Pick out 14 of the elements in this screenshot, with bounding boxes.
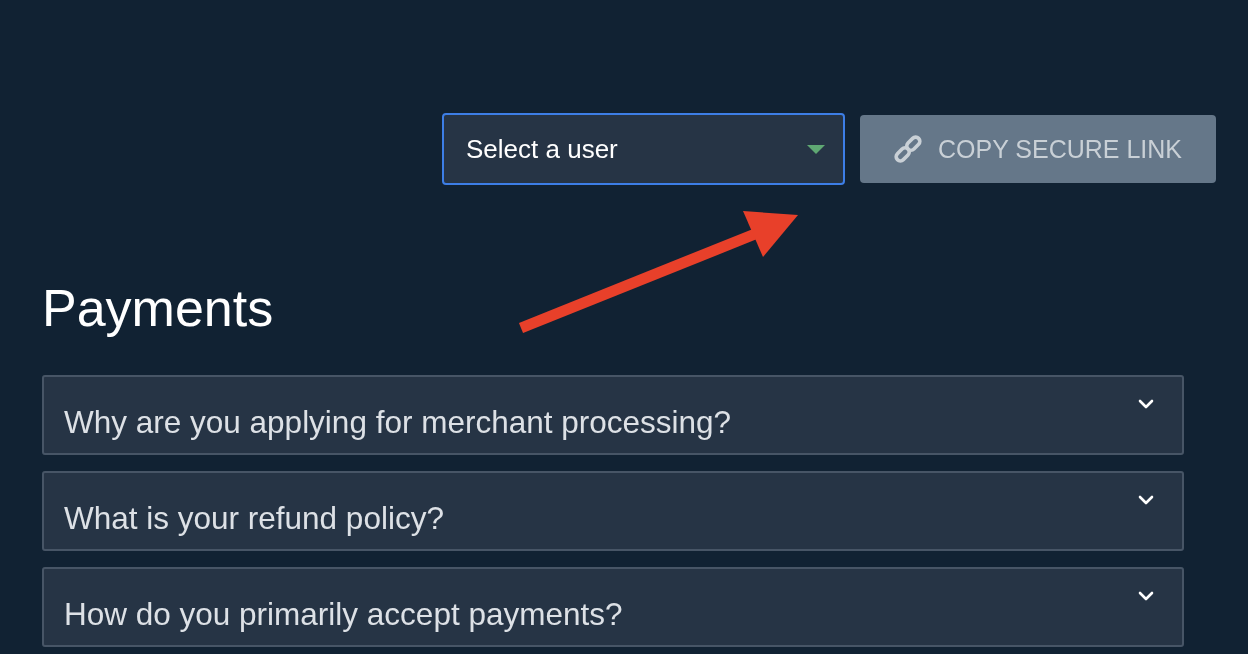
user-select[interactable]: Select a user [442, 113, 845, 185]
chevron-down-icon [1138, 495, 1154, 505]
question-text: What is your refund policy? [64, 499, 444, 537]
chevron-down-icon [1138, 399, 1154, 409]
question-text: How do you primarily accept payments? [64, 595, 623, 633]
accordion-item[interactable]: How do you primarily accept payments? [42, 567, 1184, 647]
question-text: Why are you applying for merchant processing? [64, 403, 732, 441]
accordion-item[interactable]: What is your refund policy? [42, 471, 1184, 551]
accordion-item[interactable]: Why are you applying for merchant processing? [42, 375, 1184, 455]
select-placeholder: Select a user [466, 133, 618, 165]
chevron-down-icon [1138, 591, 1154, 601]
link-icon [893, 135, 922, 163]
section-title: Payments [42, 279, 274, 337]
caret-icon [807, 144, 825, 154]
